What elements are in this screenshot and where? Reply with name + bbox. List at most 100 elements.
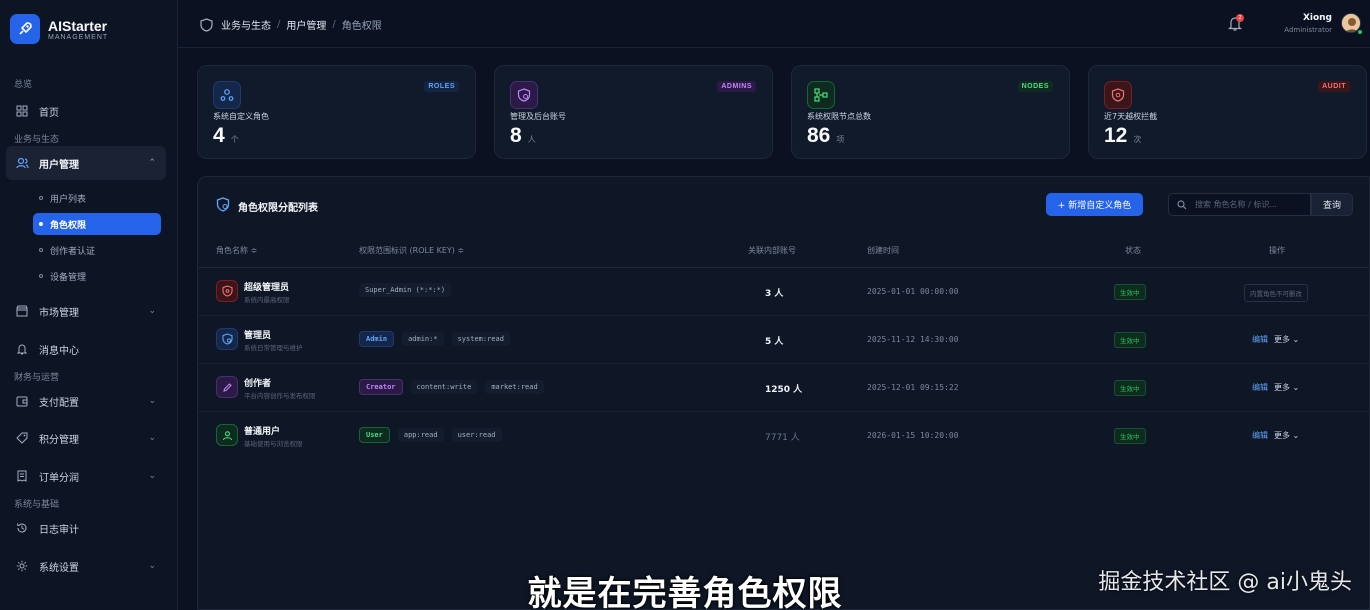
user-icon <box>216 424 238 446</box>
role-key-tag: system:read <box>451 332 510 346</box>
account-count: 3 人 <box>765 289 784 299</box>
sidebar-subitem-roles[interactable]: 角色权限 <box>33 213 161 235</box>
more-dropdown[interactable]: 更多 ⌄ <box>1274 382 1299 393</box>
edit-link[interactable]: 编辑 <box>1252 382 1268 393</box>
users-icon <box>15 156 29 170</box>
group-label-overview: 总览 <box>14 80 33 90</box>
created-time: 2025-01-01 00:00:00 <box>867 287 959 296</box>
stat-card-nodes[interactable]: NODES 系统权限节点总数 86 项 <box>791 65 1070 159</box>
chevron-down-icon: ⌄ <box>148 433 156 443</box>
shield-icon <box>216 197 230 215</box>
column-header-role-name[interactable]: 角色名称 ≑ <box>216 245 257 256</box>
add-custom-role-button[interactable]: + 新增自定义角色 <box>1046 193 1143 216</box>
stat-value: 8人 <box>510 124 536 148</box>
chevron-down-icon: ⌄ <box>148 471 156 481</box>
sidebar-subitem-user-list[interactable]: 用户列表 <box>33 187 161 209</box>
chevron-down-icon: ⌄ <box>148 306 156 316</box>
stat-label: 系统自定义角色 <box>213 112 269 121</box>
role-keys: Super_Admin (*:*:*) <box>359 283 459 297</box>
sidebar-item-points[interactable]: 积分管理 ⌄ <box>6 423 166 453</box>
stat-number: 86 <box>807 124 831 147</box>
role-key-primary-tag: Creator <box>359 379 403 395</box>
sidebar-item-home[interactable]: 首页 <box>6 96 166 126</box>
stat-number: 12 <box>1104 124 1128 147</box>
role-key-tag: Super_Admin (*:*:*) <box>359 283 452 297</box>
breadcrumb-user-management[interactable]: 用户管理 <box>286 17 326 32</box>
search-box <box>1168 193 1311 216</box>
more-dropdown[interactable]: 更多 ⌄ <box>1274 334 1299 345</box>
query-button[interactable]: 查询 <box>1311 193 1353 216</box>
subitem-label: 创作者认证 <box>50 246 96 257</box>
role-keys: Admin admin:* system:read <box>359 331 518 347</box>
bell-icon <box>15 342 29 356</box>
table-row: 管理员 系统日常管理与维护 Admin admin:* system:read … <box>198 316 1369 364</box>
admin-shield-icon <box>216 328 238 350</box>
sidebar-item-label: 用户管理 <box>39 159 79 171</box>
store-icon <box>15 304 29 318</box>
creator-pen-icon <box>216 376 238 398</box>
table-row: 创作者 平台内容创作与发布权限 Creator content:write ma… <box>198 364 1369 412</box>
brand[interactable]: AIStarter MANAGEMENT <box>10 12 108 46</box>
table-row: 超级管理员 系统内最高权限 Super_Admin (*:*:*) 3 人 20… <box>198 268 1369 316</box>
group-label-finance: 财务与运营 <box>14 373 60 383</box>
role-key-tag: user:read <box>451 428 502 442</box>
stat-card-admins[interactable]: ADMINS 管理及后台账号 8人 <box>494 65 773 159</box>
stat-value: 86 项 <box>807 124 844 148</box>
breadcrumb-separator: / <box>277 19 281 30</box>
column-header-accounts: 关联内部账号 <box>748 246 796 255</box>
stat-card-roles[interactable]: ROLES 系统自定义角色 4个 <box>197 65 476 159</box>
stat-card-audit[interactable]: AUDIT 近7天越权拦截 12 次 <box>1088 65 1367 159</box>
bullet-icon <box>39 274 43 278</box>
column-header-status: 状态 <box>1125 246 1141 255</box>
sidebar-subitem-creator-verify[interactable]: 创作者认证 <box>33 239 161 261</box>
breadcrumb-business[interactable]: 业务与生态 <box>221 17 271 32</box>
column-header-actions: 操作 <box>1269 246 1285 255</box>
stat-unit: 项 <box>836 135 845 144</box>
group-label-business: 业务与生态 <box>14 135 60 145</box>
stat-tag: ADMINS <box>717 81 756 92</box>
row-actions: 编辑 更多 ⌄ <box>1252 430 1299 441</box>
role-name: 创作者 <box>244 379 272 389</box>
stat-tag: AUDIT <box>1318 81 1350 92</box>
chevron-down-icon: ⌄ <box>148 396 156 406</box>
sidebar-item-user-management[interactable]: 用户管理 ⌃ <box>6 146 166 180</box>
breadcrumb-separator: / <box>332 19 336 30</box>
status-badge: 生效中 <box>1114 332 1146 348</box>
table-row: 普通用户 基础使用与浏览权限 User app:read user:read 7… <box>198 412 1369 460</box>
edit-link[interactable]: 编辑 <box>1252 430 1268 441</box>
stat-tag: ROLES <box>424 81 459 92</box>
sidebar-subitem-devices[interactable]: 设备管理 <box>33 265 161 287</box>
stat-number: 8 <box>510 124 522 147</box>
created-time: 2025-11-12 14:30:00 <box>867 335 959 344</box>
sidebar-item-label: 订单分润 <box>39 472 79 484</box>
brand-name: AIStarter <box>48 17 108 34</box>
role-key-primary-tag: Admin <box>359 331 395 347</box>
sidebar: AIStarter MANAGEMENT 总览 首页 业务与生态 用户管理 ⌃ … <box>0 0 178 610</box>
sidebar-item-market[interactable]: 市场管理 ⌄ <box>6 296 166 326</box>
bullet-icon <box>39 222 43 226</box>
column-header-role-key[interactable]: 权限范围标识 (ROLE KEY) ≑ <box>359 245 464 256</box>
role-key-tag: admin:* <box>402 332 444 346</box>
sidebar-item-orders[interactable]: 订单分润 ⌄ <box>6 461 166 491</box>
search-input[interactable] <box>1195 200 1305 209</box>
sidebar-item-logs[interactable]: 日志审计 <box>6 513 166 543</box>
audit-shield-icon <box>1104 81 1132 109</box>
user-name[interactable]: Xiong <box>1303 13 1332 23</box>
created-time: 2026-01-15 10:20:00 <box>867 431 959 440</box>
roles-icon <box>213 81 241 109</box>
stat-number: 4 <box>213 124 225 147</box>
role-description: 系统内最高权限 <box>244 296 290 304</box>
role-name: 超级管理员 <box>244 283 290 293</box>
sidebar-item-messages[interactable]: 消息中心 <box>6 334 166 364</box>
sidebar-item-payment[interactable]: 支付配置 ⌄ <box>6 386 166 416</box>
role-key-primary-tag: User <box>359 427 390 443</box>
subitem-label: 用户列表 <box>50 194 87 205</box>
locked-role-label: 内置角色不可删改 <box>1244 284 1308 302</box>
more-dropdown[interactable]: 更多 ⌄ <box>1274 430 1299 441</box>
role-key-tag: market:read <box>485 380 544 394</box>
edit-link[interactable]: 编辑 <box>1252 334 1268 345</box>
rocket-icon <box>10 14 40 44</box>
brand-subtitle: MANAGEMENT <box>48 33 109 41</box>
group-label-system: 系统与基础 <box>14 500 60 510</box>
role-key-tag: content:write <box>410 380 478 394</box>
